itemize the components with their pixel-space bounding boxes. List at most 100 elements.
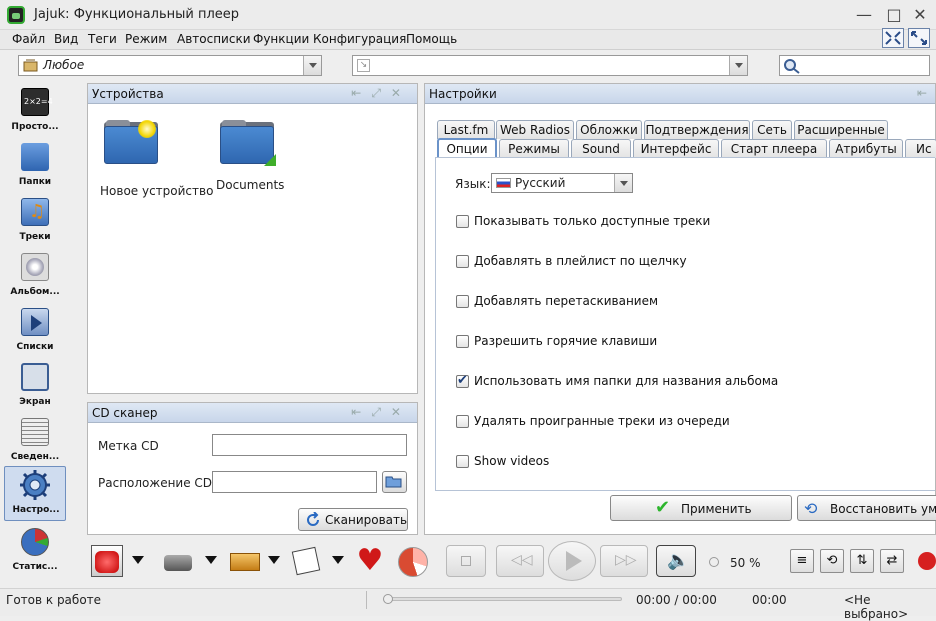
repeat-button[interactable]: ⟲ bbox=[820, 549, 844, 573]
configuration-icon bbox=[20, 470, 50, 500]
slider-knob[interactable] bbox=[383, 594, 393, 604]
speaker-icon: 🔈 bbox=[667, 550, 690, 571]
tab-covers[interactable]: Обложки bbox=[576, 120, 642, 139]
menu-file[interactable]: Файл bbox=[12, 32, 45, 46]
tab-startup[interactable]: Старт плеера bbox=[721, 139, 827, 158]
panel-controls-icon[interactable]: ⇤⤢✕ bbox=[351, 405, 411, 420]
option-checkbox[interactable] bbox=[456, 415, 469, 428]
favorite-heart-icon[interactable]: ♥ bbox=[352, 543, 388, 579]
tab-network[interactable]: Сеть bbox=[752, 120, 792, 139]
menu-autolists[interactable]: Автосписки bbox=[177, 32, 251, 46]
tab-options[interactable]: Опции bbox=[437, 138, 497, 157]
perspective-folders[interactable]: Папки bbox=[4, 139, 66, 194]
folders-icon bbox=[21, 143, 49, 171]
tab-confirmations[interactable]: Подтверждения bbox=[644, 120, 750, 139]
option-checkbox[interactable] bbox=[456, 295, 469, 308]
apply-button[interactable]: ✔ Применить bbox=[610, 495, 792, 521]
perspective-playlists[interactable]: Списки bbox=[4, 304, 66, 359]
perspective-statistics[interactable]: Статис... bbox=[4, 524, 66, 579]
continue-button[interactable]: ⇅ bbox=[850, 549, 874, 573]
status-bar: Готов к работе 00:00 / 00:00 00:00 <Не в… bbox=[0, 588, 936, 621]
option-checkbox[interactable] bbox=[456, 255, 469, 268]
tab-history[interactable]: Ис bbox=[905, 139, 936, 158]
next-button[interactable]: ▷▷ bbox=[600, 545, 648, 577]
perspective-info[interactable]: Сведен... bbox=[4, 414, 66, 469]
close-button[interactable]: ✕ bbox=[908, 5, 932, 25]
chevron-down-icon[interactable] bbox=[205, 556, 217, 564]
cd-location-caption: Расположение CD: bbox=[98, 476, 217, 490]
volume-slider-knob[interactable] bbox=[709, 557, 719, 567]
settings-panel-title: Настройки bbox=[429, 87, 497, 101]
panel-controls-icon[interactable]: ⇤ bbox=[917, 86, 936, 100]
russian-flag-icon bbox=[496, 178, 511, 188]
restore-layout-icon[interactable] bbox=[882, 28, 904, 48]
cd-label-input[interactable] bbox=[212, 434, 407, 456]
menu-view[interactable]: Вид bbox=[54, 32, 78, 46]
position-slider[interactable] bbox=[383, 594, 622, 604]
global-random-icon[interactable] bbox=[89, 543, 125, 579]
chevron-down-icon[interactable] bbox=[132, 556, 144, 564]
maximize-button[interactable]: □ bbox=[882, 5, 906, 25]
restore-defaults-button[interactable]: ⟲ Восстановить умо... bbox=[797, 495, 936, 521]
minimize-button[interactable]: — bbox=[852, 5, 876, 25]
play-button[interactable] bbox=[548, 541, 596, 581]
fullscreen-icon[interactable] bbox=[908, 28, 930, 48]
search-input[interactable] bbox=[779, 55, 930, 76]
perspective-simple[interactable]: 2×2=4 Просто... bbox=[4, 84, 66, 139]
devices-panel: Устройства ⇤⤢✕ Новое устройство Document… bbox=[87, 83, 418, 394]
tab-sound[interactable]: Sound bbox=[571, 139, 631, 158]
chevron-down-icon[interactable] bbox=[303, 56, 321, 75]
tab-advanced[interactable]: Расширенные bbox=[794, 120, 888, 139]
option-checkbox[interactable] bbox=[456, 215, 469, 228]
tab-web-radios[interactable]: Web Radios bbox=[496, 120, 574, 139]
option-checkbox-checked[interactable] bbox=[456, 373, 469, 388]
tab-modes[interactable]: Режимы bbox=[499, 139, 569, 158]
cd-label-caption: Метка CD bbox=[98, 439, 159, 453]
device-item-new[interactable]: Новое устройство bbox=[100, 118, 213, 198]
tab-attributes[interactable]: Атрибуты bbox=[829, 139, 903, 158]
menu-configuration[interactable]: Конфигурация bbox=[313, 32, 406, 46]
mute-button[interactable]: 🔈 bbox=[656, 545, 696, 577]
tab-lastfm[interactable]: Last.fm bbox=[437, 120, 495, 139]
device-item-documents[interactable]: Documents bbox=[216, 118, 296, 198]
menu-tags[interactable]: Теги bbox=[88, 32, 117, 46]
menu-mode[interactable]: Режим bbox=[125, 32, 167, 46]
shuffle-button[interactable]: ⇄ bbox=[880, 549, 904, 573]
perspective-configuration[interactable]: Настро... bbox=[4, 466, 66, 521]
perspective-tracks[interactable]: ♫ Треки bbox=[4, 194, 66, 249]
option-checkbox[interactable] bbox=[456, 455, 469, 468]
continue-icon: ⇅ bbox=[856, 553, 868, 568]
previous-button[interactable]: ◁◁ bbox=[496, 545, 544, 577]
perspective-albums[interactable]: Альбом... bbox=[4, 249, 66, 304]
scan-button[interactable]: Сканировать bbox=[298, 508, 408, 531]
rewind-icon: ◁◁ bbox=[511, 552, 533, 568]
dj-icon[interactable] bbox=[160, 543, 196, 579]
language-select[interactable]: Русский bbox=[491, 173, 633, 193]
browse-button[interactable] bbox=[382, 471, 407, 493]
tab-interface[interactable]: Интерфейс bbox=[633, 139, 719, 158]
novelties-icon[interactable] bbox=[228, 543, 264, 579]
chevron-down-icon[interactable] bbox=[614, 174, 632, 192]
perspective-display[interactable]: Экран bbox=[4, 359, 66, 414]
chevron-down-icon[interactable] bbox=[268, 556, 280, 564]
option-checkbox[interactable] bbox=[456, 335, 469, 348]
info-icon bbox=[21, 418, 49, 446]
ambience-combo[interactable]: Любое bbox=[18, 55, 322, 76]
stats-pie-icon[interactable] bbox=[394, 543, 430, 579]
chevron-down-icon[interactable] bbox=[729, 56, 747, 75]
history-combo[interactable]: ↘ bbox=[352, 55, 748, 76]
menu-functions[interactable]: Функции bbox=[253, 32, 309, 46]
menu-help[interactable]: Помощь bbox=[406, 32, 457, 46]
intro-mode-icon[interactable] bbox=[918, 552, 936, 570]
shuffle-dice-icon[interactable] bbox=[290, 543, 326, 579]
options-tab-content: Язык: Русский Показывать только доступны… bbox=[435, 157, 935, 491]
repeat-all-button[interactable]: ≡ bbox=[790, 549, 814, 573]
chevron-down-icon[interactable] bbox=[332, 556, 344, 564]
option-label: Show videos bbox=[474, 454, 550, 468]
repeat-all-icon: ≡ bbox=[796, 553, 808, 568]
statistics-icon bbox=[21, 528, 49, 556]
stop-button[interactable] bbox=[446, 545, 486, 577]
panel-controls-icon[interactable]: ⇤⤢✕ bbox=[351, 86, 411, 101]
cd-location-input[interactable] bbox=[212, 471, 377, 493]
option-label: Удалять проигранные треки из очереди bbox=[474, 414, 730, 428]
